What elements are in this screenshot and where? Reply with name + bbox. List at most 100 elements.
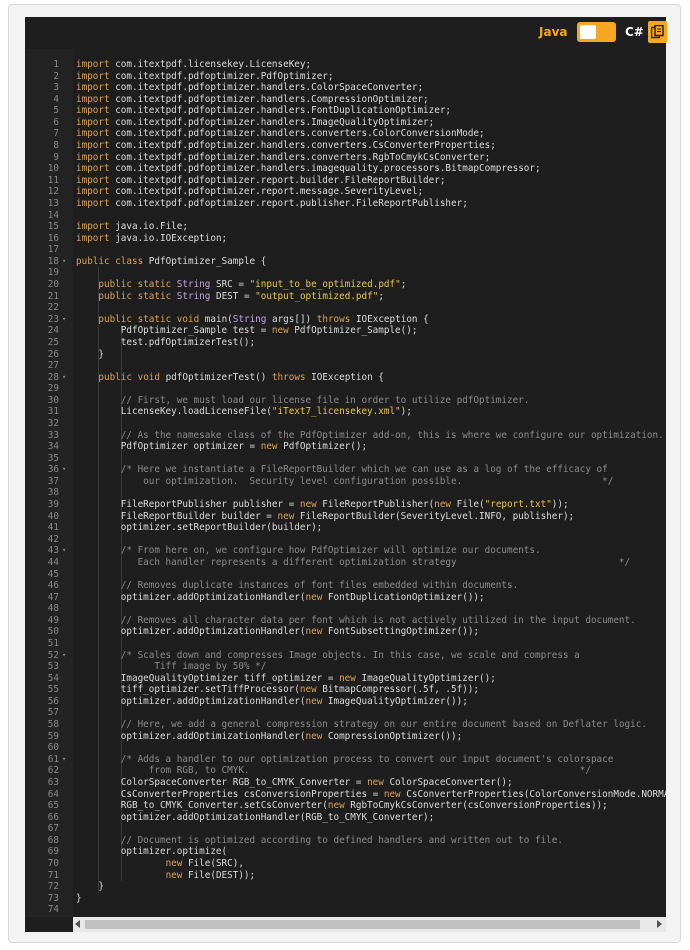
- language-label-java[interactable]: Java: [539, 25, 567, 39]
- code-text: CsConverterProperties csConversionProper…: [76, 788, 666, 800]
- line-number: 74: [47, 904, 59, 916]
- line-number: 26: [47, 348, 59, 360]
- line-number: 64: [47, 788, 59, 800]
- language-toggle[interactable]: [577, 22, 616, 42]
- code-text: import com.itextpdf.pdfoptimizer.PdfOpti…: [76, 70, 334, 82]
- code-text: FileReportBuilder builder = new FileRepo…: [76, 510, 575, 522]
- code-line: 24 PdfOptimizer_Sample test = new PdfOpt…: [25, 325, 666, 337]
- line-number: 58: [47, 719, 59, 731]
- line-number: 10: [47, 163, 59, 175]
- copy-button[interactable]: [648, 21, 667, 43]
- line-number: 59: [47, 730, 59, 742]
- code-line: 43 ▾ /* From here on, we configure how Pd…: [25, 545, 666, 557]
- line-number: 27: [47, 360, 59, 372]
- code-text: test.pdfOptimizerTest();: [76, 336, 256, 348]
- code-line: 6 import com.itextpdf.pdfoptimizer.handle…: [25, 117, 666, 129]
- code-line: 53 Tiff image by 50% */: [25, 661, 666, 673]
- code-line: 29: [25, 383, 666, 395]
- code-line: 64 CsConverterProperties csConversionPro…: [25, 789, 666, 801]
- code-line: 42: [25, 534, 666, 546]
- code-text: import com.itextpdf.pdfoptimizer.handler…: [76, 163, 541, 175]
- fold-toggle-icon[interactable]: ▾: [62, 372, 66, 384]
- code-text: import com.itextpdf.pdfoptimizer.handler…: [76, 151, 491, 163]
- line-number: 25: [47, 336, 59, 348]
- code-line: 19: [25, 267, 666, 279]
- code-line: 16 import java.io.IOException;: [25, 233, 666, 245]
- code-line: 27: [25, 360, 666, 372]
- code-text: import com.itextpdf.pdfoptimizer.report.…: [76, 197, 468, 209]
- line-number: 18: [47, 255, 59, 267]
- code-line: 4 import com.itextpdf.pdfoptimizer.handle…: [25, 94, 666, 106]
- code-text: RGB_to_CMYK_Converter.setCsConverter(new…: [76, 800, 608, 812]
- line-number: 3: [53, 82, 59, 94]
- code-line: 67: [25, 823, 666, 835]
- code-line: 37 our optimization. Security level conf…: [25, 476, 666, 488]
- code-line: 5 import com.itextpdf.pdfoptimizer.handle…: [25, 105, 666, 117]
- line-number: 66: [47, 811, 59, 823]
- code-line: 55 tiff_optimizer.setTiffProcessor(new B…: [25, 684, 666, 696]
- line-number: 7: [53, 128, 59, 140]
- fold-toggle-icon[interactable]: ▾: [62, 545, 66, 557]
- line-number: 19: [47, 267, 59, 279]
- code-line: 13 import com.itextpdf.pdfoptimizer.repor…: [25, 198, 666, 210]
- line-number: 37: [47, 475, 59, 487]
- code-line: 72 }: [25, 881, 666, 893]
- line-number: 24: [47, 325, 59, 337]
- code-text: }: [76, 348, 104, 360]
- fold-toggle-icon[interactable]: ▾: [62, 314, 66, 326]
- code-text: /* Here we instantiate a FileReportBuild…: [76, 464, 608, 476]
- code-text: import com.itextpdf.pdfoptimizer.handler…: [76, 128, 485, 140]
- code-text: import com.itextpdf.licensekey.LicenseKe…: [76, 59, 312, 70]
- scrollbar-thumb[interactable]: [85, 920, 640, 929]
- code-line: 39 FileReportPublisher publisher = new F…: [25, 499, 666, 511]
- code-text: import com.itextpdf.pdfoptimizer.handler…: [76, 93, 429, 105]
- code-line: 17: [25, 244, 666, 256]
- code-area[interactable]: 1 import com.itextpdf.licensekey.LicenseK…: [25, 49, 666, 917]
- code-text: optimizer.setReportBuilder(builder);: [76, 522, 323, 534]
- code-text: import java.io.IOException;: [76, 232, 228, 244]
- code-text: FileReportPublisher publisher = new File…: [76, 499, 569, 511]
- line-number: 8: [53, 140, 59, 152]
- fold-toggle-icon[interactable]: ▾: [62, 256, 66, 268]
- code-line: 74: [25, 904, 666, 916]
- code-text: PdfOptimizer_Sample test = new PdfOptimi…: [76, 325, 418, 337]
- line-number: 36: [47, 464, 59, 476]
- line-number: 42: [47, 533, 59, 545]
- scroll-left-arrow-icon[interactable]: [75, 920, 80, 928]
- code-text: import com.itextpdf.pdfoptimizer.handler…: [76, 116, 435, 128]
- code-text: PdfOptimizer optimizer = new PdfOptimize…: [76, 441, 368, 453]
- code-line: 23 ▾ public static void main(String args[…: [25, 314, 666, 326]
- language-toolbar: Java C#: [25, 17, 667, 49]
- code-text: // Removes all character data per font w…: [76, 614, 636, 626]
- code-text: /* Adds a handler to our optimization pr…: [76, 753, 614, 765]
- line-number: 72: [47, 881, 59, 893]
- line-number: 49: [47, 614, 59, 626]
- line-number: 6: [53, 116, 59, 128]
- code-line: 18 ▾ public class PdfOptimizer_Sample {: [25, 256, 666, 268]
- line-number: 52: [47, 649, 59, 661]
- line-number: 71: [47, 869, 59, 881]
- line-number: 57: [47, 707, 59, 719]
- code-line: 58 // Here, we add a general compression…: [25, 719, 666, 731]
- language-label-csharp[interactable]: C#: [625, 25, 644, 39]
- code-text: import com.itextpdf.pdfoptimizer.handler…: [76, 82, 424, 94]
- code-line: 66 optimizer.addOptimizationHandler(RGB_…: [25, 812, 666, 824]
- fold-toggle-icon[interactable]: ▾: [62, 650, 66, 662]
- code-text: import java.io.File;: [76, 221, 188, 233]
- code-text: // Here, we add a general compression st…: [76, 719, 647, 731]
- line-number: 34: [47, 441, 59, 453]
- line-number: 30: [47, 394, 59, 406]
- line-number: 29: [47, 383, 59, 395]
- line-number: 4: [53, 93, 59, 105]
- line-number: 43: [47, 545, 59, 557]
- code-line: 59 optimizer.addOptimizationHandler(new …: [25, 731, 666, 743]
- horizontal-scrollbar[interactable]: [73, 917, 666, 932]
- code-line: 45: [25, 569, 666, 581]
- scroll-right-arrow-icon[interactable]: [657, 920, 662, 928]
- line-number: 51: [47, 638, 59, 649]
- code-text: public void pdfOptimizerTest() throws IO…: [98, 371, 384, 383]
- code-text: }: [76, 892, 82, 904]
- fold-toggle-icon[interactable]: ▾: [62, 464, 66, 476]
- fold-toggle-icon[interactable]: ▾: [62, 754, 66, 766]
- code-line: 56 optimizer.addOptimizationHandler(new …: [25, 696, 666, 708]
